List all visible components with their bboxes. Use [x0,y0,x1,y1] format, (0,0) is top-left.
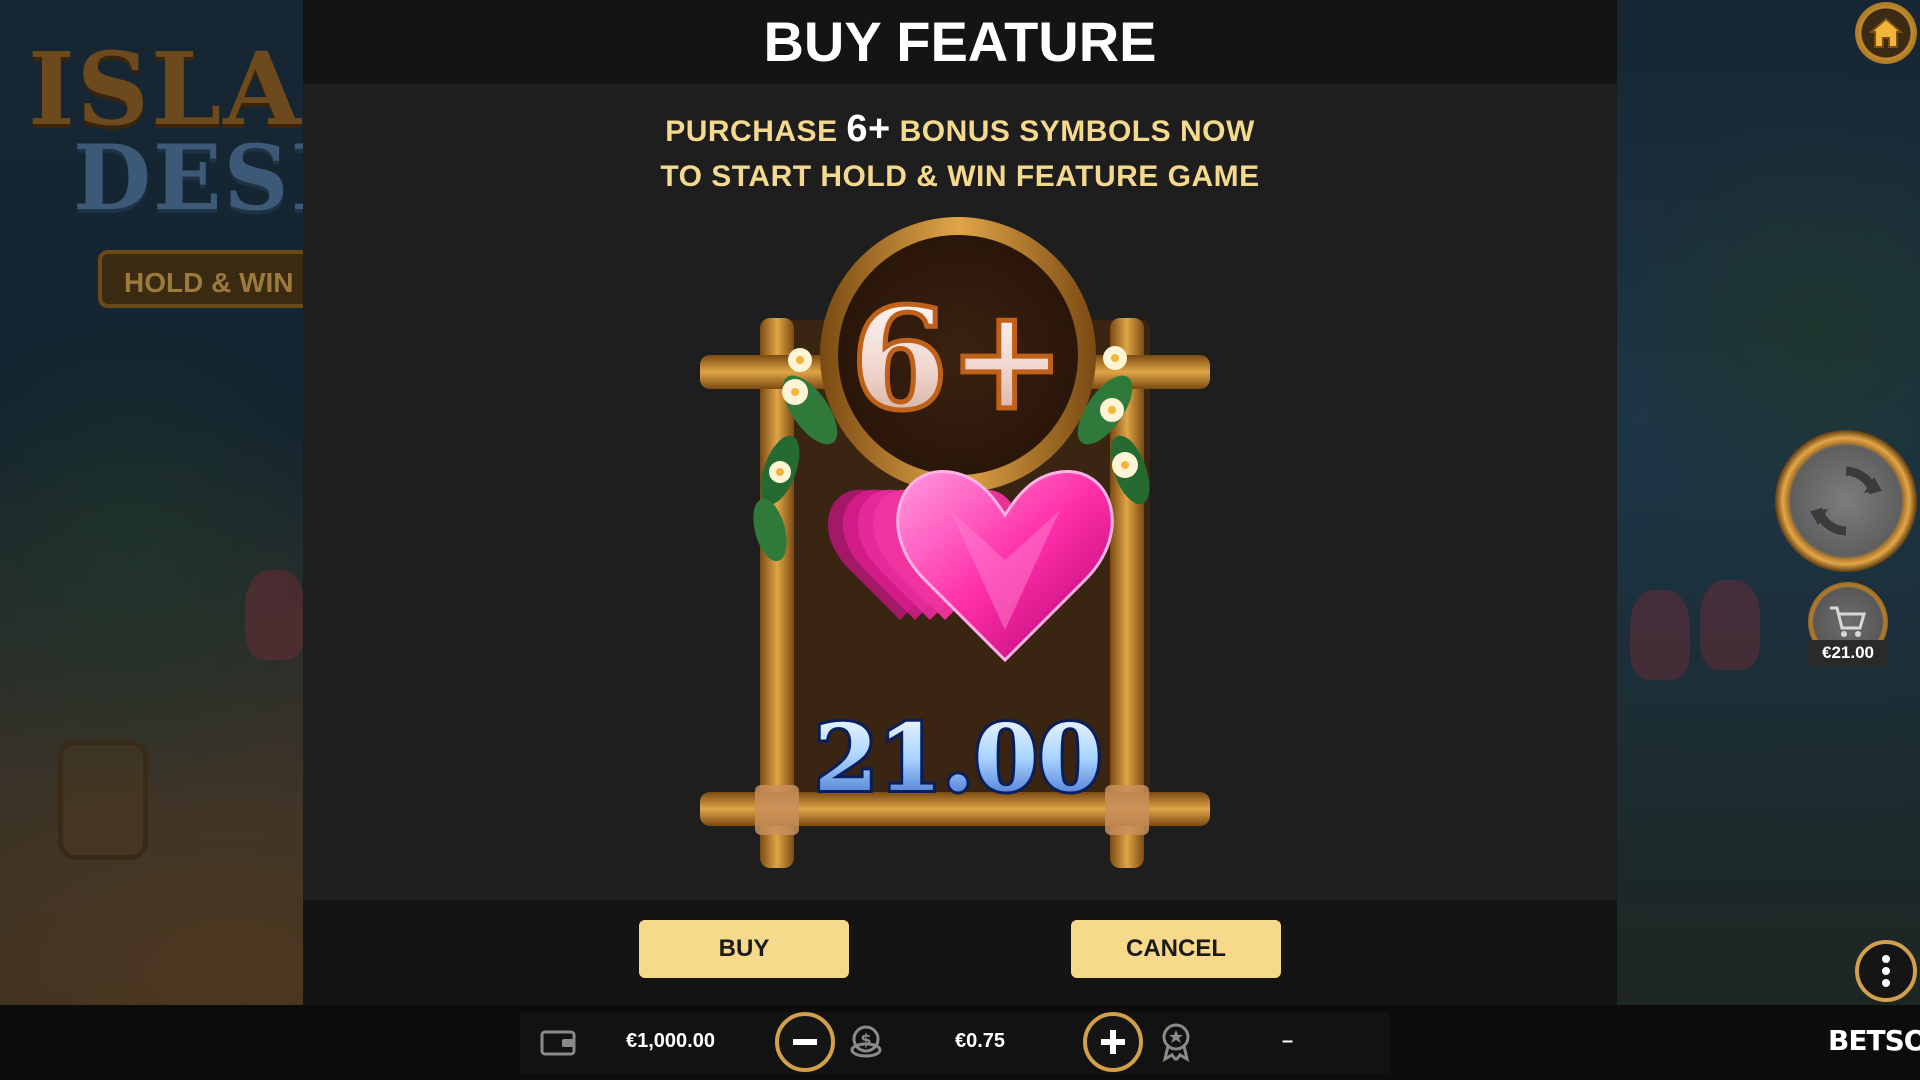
home-button[interactable] [1855,2,1917,64]
svg-text:$: $ [860,1030,871,1049]
rope-tie [1105,785,1149,835]
plus-icon [1101,1030,1125,1054]
cancel-button[interactable]: CANCEL [1071,920,1281,978]
wallet-icon [540,1030,576,1056]
background-flamingo [1700,580,1760,670]
dialog-description-line-2: TO START HOLD & WIN FEATURE GAME [660,160,1260,193]
minus-icon [793,1039,817,1045]
feature-artwork: 6+ 21.00 [700,217,1210,868]
buy-button[interactable]: BUY [639,920,849,978]
increase-bet-button[interactable] [1083,1012,1143,1072]
dialog-title: BUY FEATURE [303,0,1617,84]
description-purchase-text: PURCHASE [665,115,838,148]
background-lantern [58,740,148,860]
logo-badge: HOLD & WIN [98,250,328,308]
award-icon [1162,1023,1190,1062]
badge-count-text: 6+ [851,278,1066,442]
balance-value: €1,000.00 [626,1030,715,1052]
win-value: – [1282,1030,1294,1052]
dialog-description-line-1: PURCHASE 6+ BONUS SYMBOLS NOW [303,108,1617,151]
spin-button[interactable] [1775,430,1917,572]
brand-name: BETSOFT [1828,1024,1920,1057]
description-bonus-text: BONUS SYMBOLS NOW [899,115,1255,148]
buy-feature-price-label: €21.00 [1808,640,1888,666]
game-logo: ISLAND DESIRE HOLD & WIN [18,30,483,310]
betsoft-logo: BETSOFT [1828,1024,1920,1057]
dialog-footer [303,900,1617,1005]
menu-button[interactable] [1855,940,1917,1002]
rope-tie [755,785,799,835]
description-symbol-count: 6+ [846,108,891,150]
decrease-bet-button[interactable] [775,1012,835,1072]
background-flamingo [1630,590,1690,680]
coins-icon: $ [850,1025,882,1058]
bet-value: €0.75 [955,1030,1006,1052]
feature-price-text: 21.00 [814,704,1102,812]
cart-icon [1830,606,1866,637]
more-vertical-icon [1882,955,1890,987]
refresh-icon [1810,466,1882,536]
background-flamingo [245,570,305,660]
home-icon [1869,17,1903,48]
